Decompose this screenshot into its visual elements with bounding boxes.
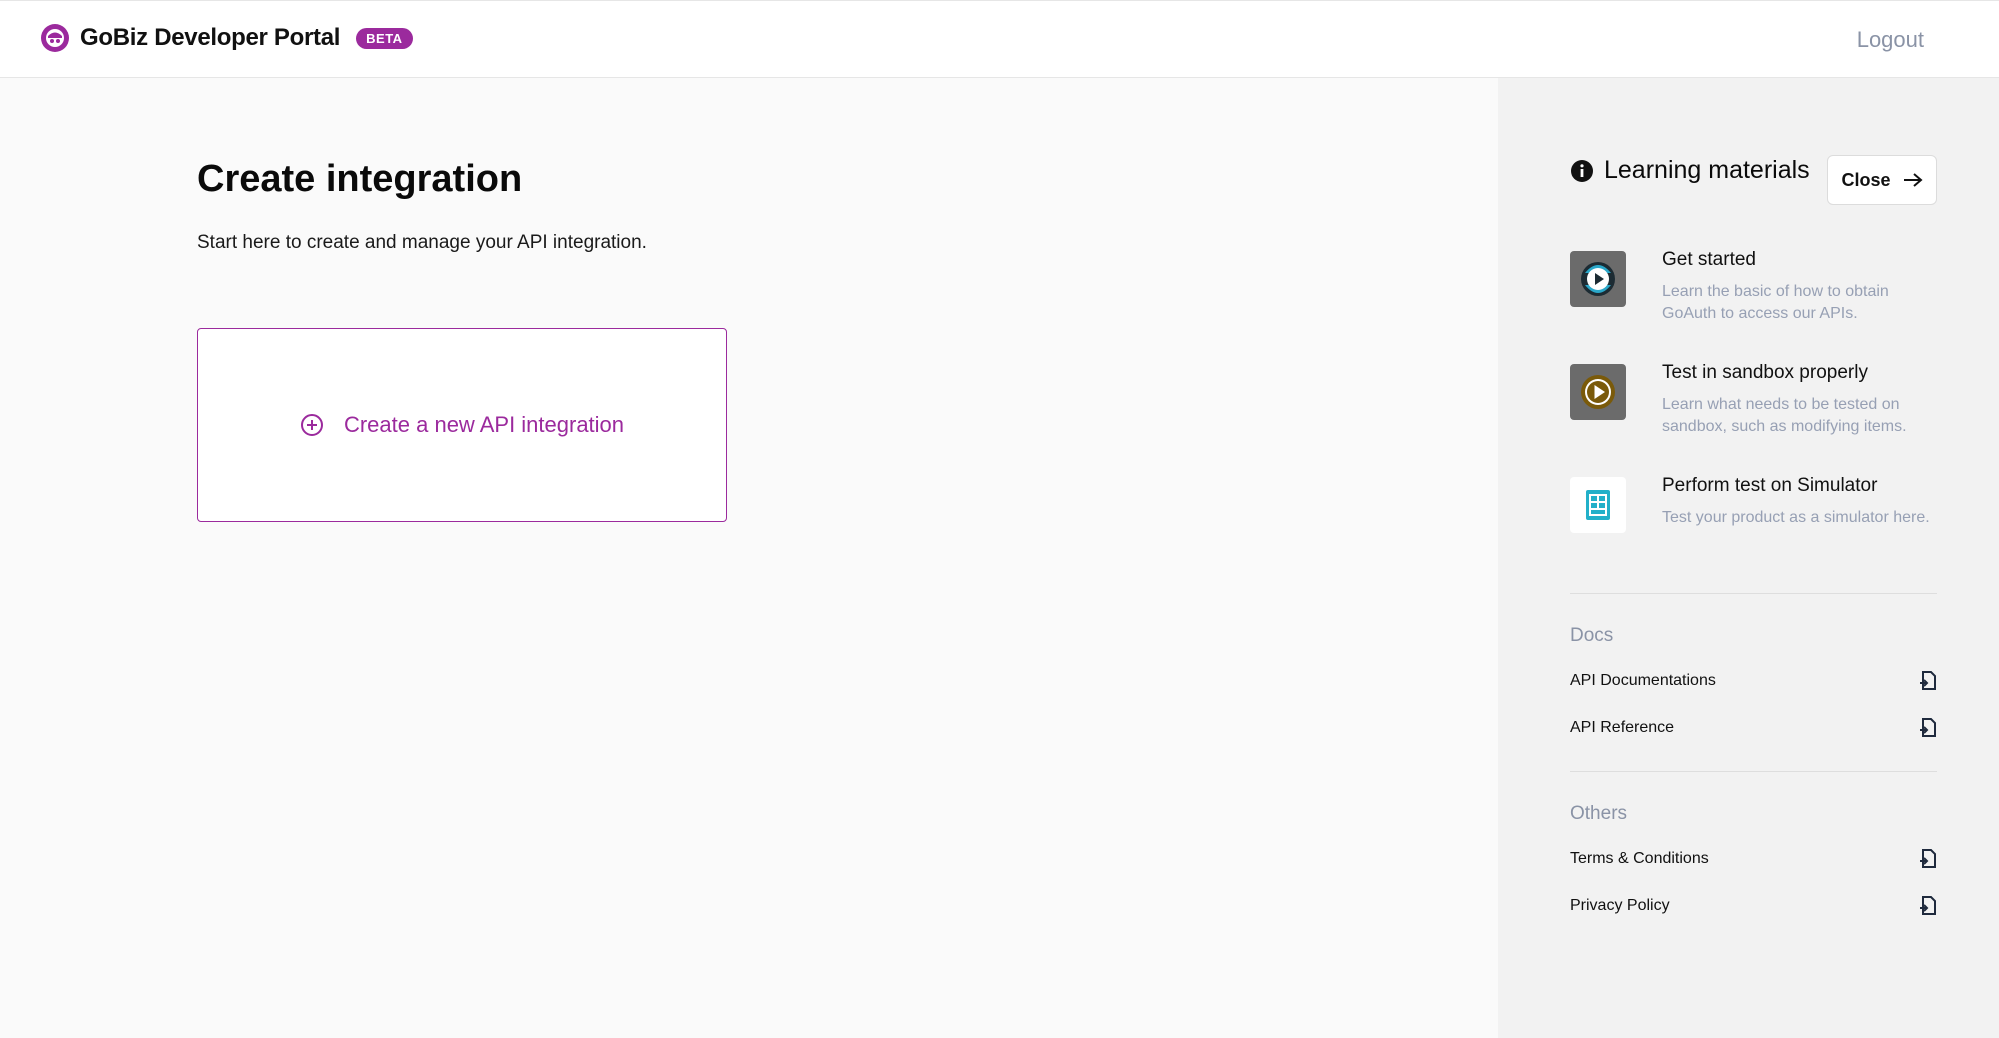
link-label: API Documentations: [1570, 672, 1716, 689]
external-document-icon: [1920, 849, 1936, 868]
link-label: Privacy Policy: [1570, 897, 1670, 914]
link-terms-conditions[interactable]: Terms & Conditions: [1570, 849, 1937, 869]
learning-item-simulator[interactable]: Perform test on Simulator Test your prod…: [1570, 475, 1950, 533]
gobiz-logo-icon: [41, 24, 69, 52]
learning-item-title: Perform test on Simulator: [1662, 475, 1878, 496]
divider: [1570, 593, 1937, 594]
learning-item-sandbox[interactable]: Test in sandbox properly Learn what need…: [1570, 362, 1950, 438]
external-document-icon: [1920, 896, 1936, 915]
learning-materials-header: Learning materials: [1570, 156, 1810, 185]
learning-item-description: Learn what needs to be tested on sandbox…: [1662, 396, 1907, 435]
learning-item-title: Get started: [1662, 249, 1756, 270]
logout-link[interactable]: Logout: [1857, 27, 1924, 53]
divider: [1570, 771, 1937, 772]
portal-title: GoBiz Developer Portal: [80, 24, 341, 51]
link-label: API Reference: [1570, 719, 1675, 736]
learning-materials-panel: Learning materials Close Get started Lea…: [1498, 78, 1999, 1038]
link-api-documentations[interactable]: API Documentations: [1570, 671, 1937, 691]
simulator-icon: [1570, 477, 1626, 533]
learning-item-description: Test your product as a simulator here.: [1662, 509, 1930, 526]
create-card-label: Create a new API integration: [343, 412, 625, 437]
learning-item-get-started[interactable]: Get started Learn the basic of how to ob…: [1570, 249, 1950, 325]
brand[interactable]: GoBiz Developer Portal BETA: [40, 23, 413, 53]
link-privacy-policy[interactable]: Privacy Policy: [1570, 896, 1937, 916]
external-document-icon: [1920, 718, 1936, 737]
close-label: Close: [1841, 169, 1891, 190]
learning-materials-title: Learning materials: [1604, 156, 1810, 184]
link-api-reference[interactable]: API Reference: [1570, 718, 1937, 738]
page-description: Start here to create and manage your API…: [197, 232, 647, 253]
top-header: GoBiz Developer Portal BETA Logout: [0, 0, 1999, 78]
beta-badge: BETA: [356, 27, 413, 49]
main-content: Create integration Start here to create …: [0, 78, 1498, 1038]
learning-item-title: Test in sandbox properly: [1662, 362, 1868, 383]
others-section-label: Others: [1570, 803, 1628, 824]
video-play-icon: [1570, 251, 1626, 307]
arrow-right-icon: [1903, 173, 1923, 187]
external-document-icon: [1920, 671, 1936, 690]
create-api-integration-button[interactable]: Create a new API integration: [197, 328, 727, 522]
plus-circle-icon: [300, 414, 323, 436]
link-label: Terms & Conditions: [1570, 850, 1709, 867]
close-panel-button[interactable]: Close: [1827, 155, 1937, 205]
play-icon: [1570, 364, 1626, 420]
learning-item-description: Learn the basic of how to obtain GoAuth …: [1662, 283, 1889, 322]
docs-section-label: Docs: [1570, 625, 1614, 646]
info-icon: [1571, 159, 1593, 182]
page-title: Create integration: [197, 158, 523, 200]
